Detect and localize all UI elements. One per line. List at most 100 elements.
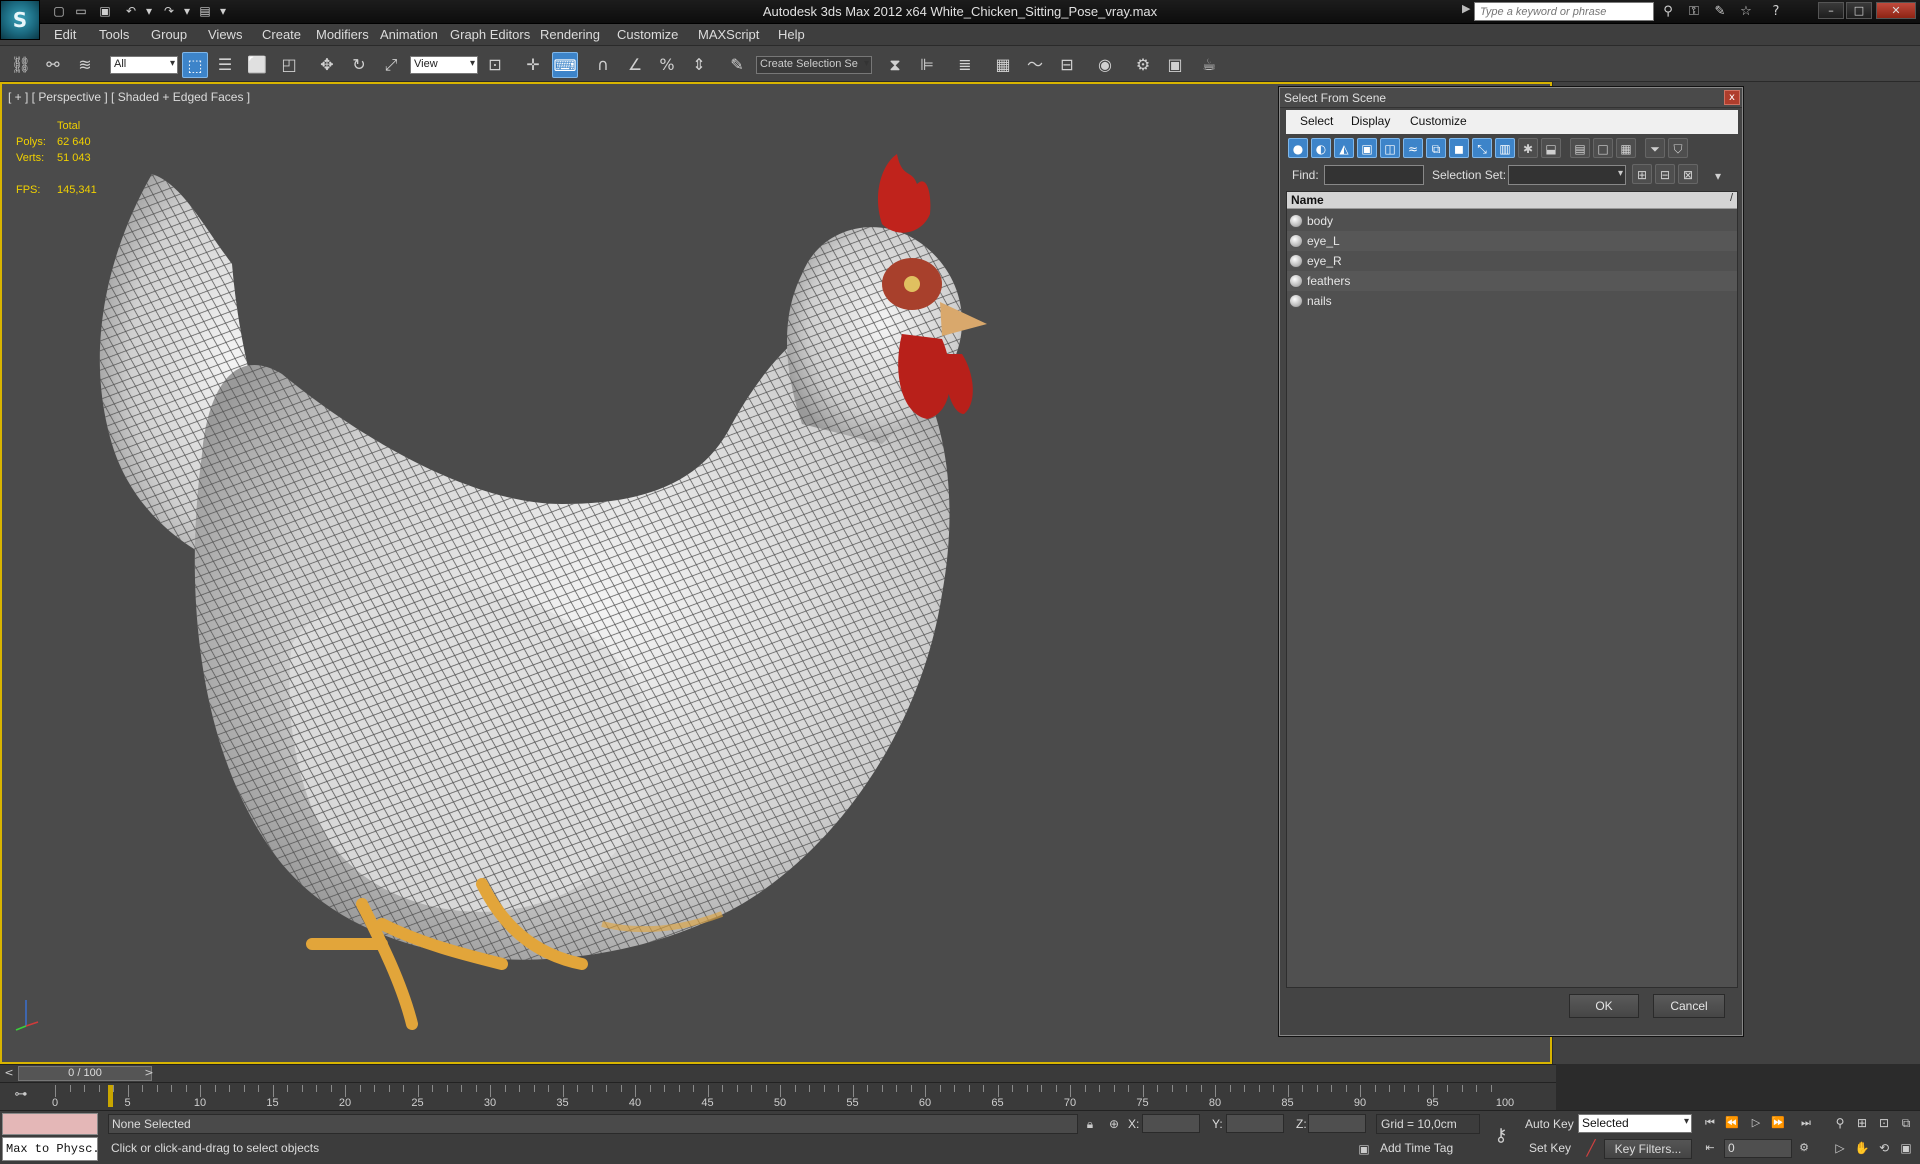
name-column-header[interactable]: Name / bbox=[1287, 192, 1737, 209]
snaps-toggle-icon[interactable]: ∩ bbox=[590, 52, 616, 78]
select-by-name-icon[interactable]: ☰ bbox=[212, 52, 238, 78]
create-selection-set-icon[interactable]: ⊞ bbox=[1632, 164, 1652, 184]
menu-tools[interactable]: Tools bbox=[99, 27, 129, 42]
select-all-icon[interactable]: ▤ bbox=[1570, 138, 1590, 158]
window-crossing-icon[interactable]: ◰ bbox=[276, 52, 302, 78]
selection-lock-icon[interactable]: 🔒︎ bbox=[1082, 1117, 1098, 1133]
subscription-center-icon[interactable]: ⚿ bbox=[1684, 3, 1704, 21]
hidden-filter-icon[interactable]: ⬓ bbox=[1541, 138, 1561, 158]
list-item[interactable]: eye_R bbox=[1287, 251, 1737, 271]
set-keys-icon[interactable]: ╱ bbox=[1582, 1139, 1600, 1159]
search-icon[interactable]: ⚲ bbox=[1658, 3, 1678, 21]
remove-selection-set-icon[interactable]: ⊠ bbox=[1678, 164, 1698, 184]
absolute-mode-transform-icon[interactable]: ⊕ bbox=[1106, 1117, 1122, 1133]
list-item[interactable]: eye_L bbox=[1287, 231, 1737, 251]
helpers-filter-icon[interactable]: ◫ bbox=[1380, 138, 1400, 158]
space-warps-filter-icon[interactable]: ≈ bbox=[1403, 138, 1423, 158]
next-frame-icon[interactable]: ⏩ bbox=[1768, 1114, 1788, 1132]
add-time-tag[interactable]: Add Time Tag bbox=[1376, 1139, 1480, 1159]
key-mode-toggle-icon[interactable]: ⇤ bbox=[1700, 1139, 1720, 1157]
maxscript-mini-listener-input[interactable]: Max to Physc. bbox=[2, 1137, 98, 1161]
align-icon[interactable]: ⊫ bbox=[914, 52, 940, 78]
select-and-link-icon[interactable]: ⛓ bbox=[8, 52, 34, 78]
orbit-icon[interactable]: ⟲ bbox=[1874, 1139, 1894, 1157]
key-mode-selected-dropdown[interactable]: Selected bbox=[1578, 1114, 1692, 1133]
rectangular-selection-icon[interactable]: ⬜ bbox=[244, 52, 270, 78]
bones-filter-icon[interactable]: ⤡ bbox=[1472, 138, 1492, 158]
frozen-filter-icon[interactable]: ✱ bbox=[1518, 138, 1538, 158]
x-coordinate-field[interactable] bbox=[1142, 1114, 1200, 1133]
time-slider[interactable]: < 0 / 100 > bbox=[0, 1064, 1556, 1082]
dialog-menu-select[interactable]: Select bbox=[1300, 114, 1333, 128]
search-expander-icon[interactable]: ▶ bbox=[1462, 2, 1470, 22]
menu-customize[interactable]: Customize bbox=[617, 27, 678, 42]
cancel-button[interactable]: Cancel bbox=[1653, 994, 1725, 1018]
schematic-view-icon[interactable]: ⊟ bbox=[1054, 52, 1080, 78]
current-frame-field[interactable]: 0 bbox=[1724, 1139, 1792, 1158]
find-input[interactable] bbox=[1324, 165, 1424, 185]
shapes-filter-icon[interactable]: ◐ bbox=[1311, 138, 1331, 158]
menu-modifiers[interactable]: Modifiers bbox=[316, 27, 369, 42]
zoom-extents-all-icon[interactable]: ⧉ bbox=[1896, 1114, 1916, 1132]
select-object-icon[interactable]: ⬚ bbox=[182, 52, 208, 78]
graphite-modeling-tools-icon[interactable]: ▦ bbox=[990, 52, 1016, 78]
advanced-filter-icon[interactable]: ⛉ bbox=[1668, 138, 1688, 158]
menu-create[interactable]: Create bbox=[262, 27, 301, 42]
curve-editor-icon[interactable]: 〜 bbox=[1022, 52, 1048, 78]
edit-named-selection-icon[interactable]: ✎ bbox=[724, 52, 750, 78]
select-and-scale-icon[interactable]: ⤢ bbox=[378, 52, 404, 78]
keyboard-shortcut-override-icon[interactable]: ⌨ bbox=[552, 52, 578, 78]
viewport-label[interactable]: [ + ] [ Perspective ] [ Shaded + Edged F… bbox=[8, 90, 250, 104]
select-none-icon[interactable]: □ bbox=[1593, 138, 1613, 158]
search-input[interactable] bbox=[1474, 2, 1654, 21]
filter-icon[interactable]: ⏷ bbox=[1645, 138, 1665, 158]
menu-rendering[interactable]: Rendering bbox=[540, 27, 600, 42]
reference-coordinate-dropdown[interactable]: View bbox=[410, 56, 478, 74]
pivot-center-icon[interactable]: ⊡ bbox=[482, 52, 508, 78]
frame-ruler[interactable]: 0 5 10 15 20 25 30 35 40 45 50 55 60 65 70 75 80 85 90 95 10… bbox=[52, 1083, 1514, 1111]
groups-filter-icon[interactable]: ⧉ bbox=[1426, 138, 1446, 158]
z-coordinate-field[interactable] bbox=[1308, 1114, 1366, 1133]
unlink-selection-icon[interactable]: ⚯ bbox=[40, 52, 66, 78]
zoom-icon[interactable]: ⚲ bbox=[1830, 1114, 1850, 1132]
maximize-icon[interactable]: □ bbox=[1846, 2, 1872, 19]
selection-set-dropdown[interactable] bbox=[1508, 165, 1626, 185]
containers-filter-icon[interactable]: ▥ bbox=[1495, 138, 1515, 158]
time-configuration-icon[interactable]: ⚙ bbox=[1794, 1139, 1814, 1157]
app-logo-icon[interactable]: S bbox=[0, 0, 40, 40]
bind-to-space-warp-icon[interactable]: ≋ bbox=[72, 52, 98, 78]
auto-key-toggle[interactable]: Auto Key bbox=[1525, 1117, 1574, 1131]
select-invert-icon[interactable]: ▦ bbox=[1616, 138, 1636, 158]
favorites-icon[interactable]: ☆ bbox=[1736, 3, 1756, 21]
list-item[interactable]: feathers bbox=[1287, 271, 1737, 291]
material-editor-icon[interactable]: ◉ bbox=[1092, 52, 1118, 78]
dialog-title[interactable]: Select From Scene bbox=[1280, 88, 1742, 108]
geometry-filter-icon[interactable]: ● bbox=[1288, 138, 1308, 158]
time-slider-next-button[interactable]: > bbox=[142, 1066, 156, 1081]
menu-graph-editors[interactable]: Graph Editors bbox=[450, 27, 530, 42]
menu-group[interactable]: Group bbox=[151, 27, 187, 42]
dialog-menu-display[interactable]: Display bbox=[1351, 114, 1390, 128]
key-filters-button[interactable]: Key Filters... bbox=[1604, 1139, 1692, 1159]
named-selection-sets-dropdown[interactable]: Create Selection Se bbox=[756, 56, 872, 74]
time-tag-icon[interactable]: ▣ bbox=[1356, 1142, 1372, 1158]
spinner-snap-icon[interactable]: ⇕ bbox=[686, 52, 712, 78]
communication-center-icon[interactable]: ✎ bbox=[1710, 3, 1730, 21]
xrefs-filter-icon[interactable]: ◼ bbox=[1449, 138, 1469, 158]
render-setup-icon[interactable]: ⚙ bbox=[1130, 52, 1156, 78]
menu-animation[interactable]: Animation bbox=[380, 27, 438, 42]
selection-filter-dropdown[interactable]: All bbox=[110, 56, 178, 74]
go-to-start-icon[interactable]: ⏮ bbox=[1700, 1114, 1720, 1132]
list-item[interactable]: nails bbox=[1287, 291, 1737, 311]
zoom-extents-icon[interactable]: ⊡ bbox=[1874, 1114, 1894, 1132]
time-slider-handle[interactable]: 0 / 100 bbox=[18, 1066, 152, 1081]
go-to-end-icon[interactable]: ⏭ bbox=[1796, 1114, 1816, 1132]
play-animation-icon[interactable]: ▷ bbox=[1746, 1114, 1766, 1132]
render-production-icon[interactable]: ☕ bbox=[1196, 52, 1222, 78]
help-icon[interactable]: ? bbox=[1766, 3, 1786, 21]
edit-selection-set-icon[interactable]: ⊟ bbox=[1655, 164, 1675, 184]
angle-snap-icon[interactable]: ∠ bbox=[622, 52, 648, 78]
mirror-icon[interactable]: ⧗ bbox=[882, 52, 908, 78]
dialog-options-dropdown-icon[interactable]: ▾ bbox=[1710, 168, 1726, 184]
maximize-viewport-icon[interactable]: ▣ bbox=[1896, 1139, 1916, 1157]
